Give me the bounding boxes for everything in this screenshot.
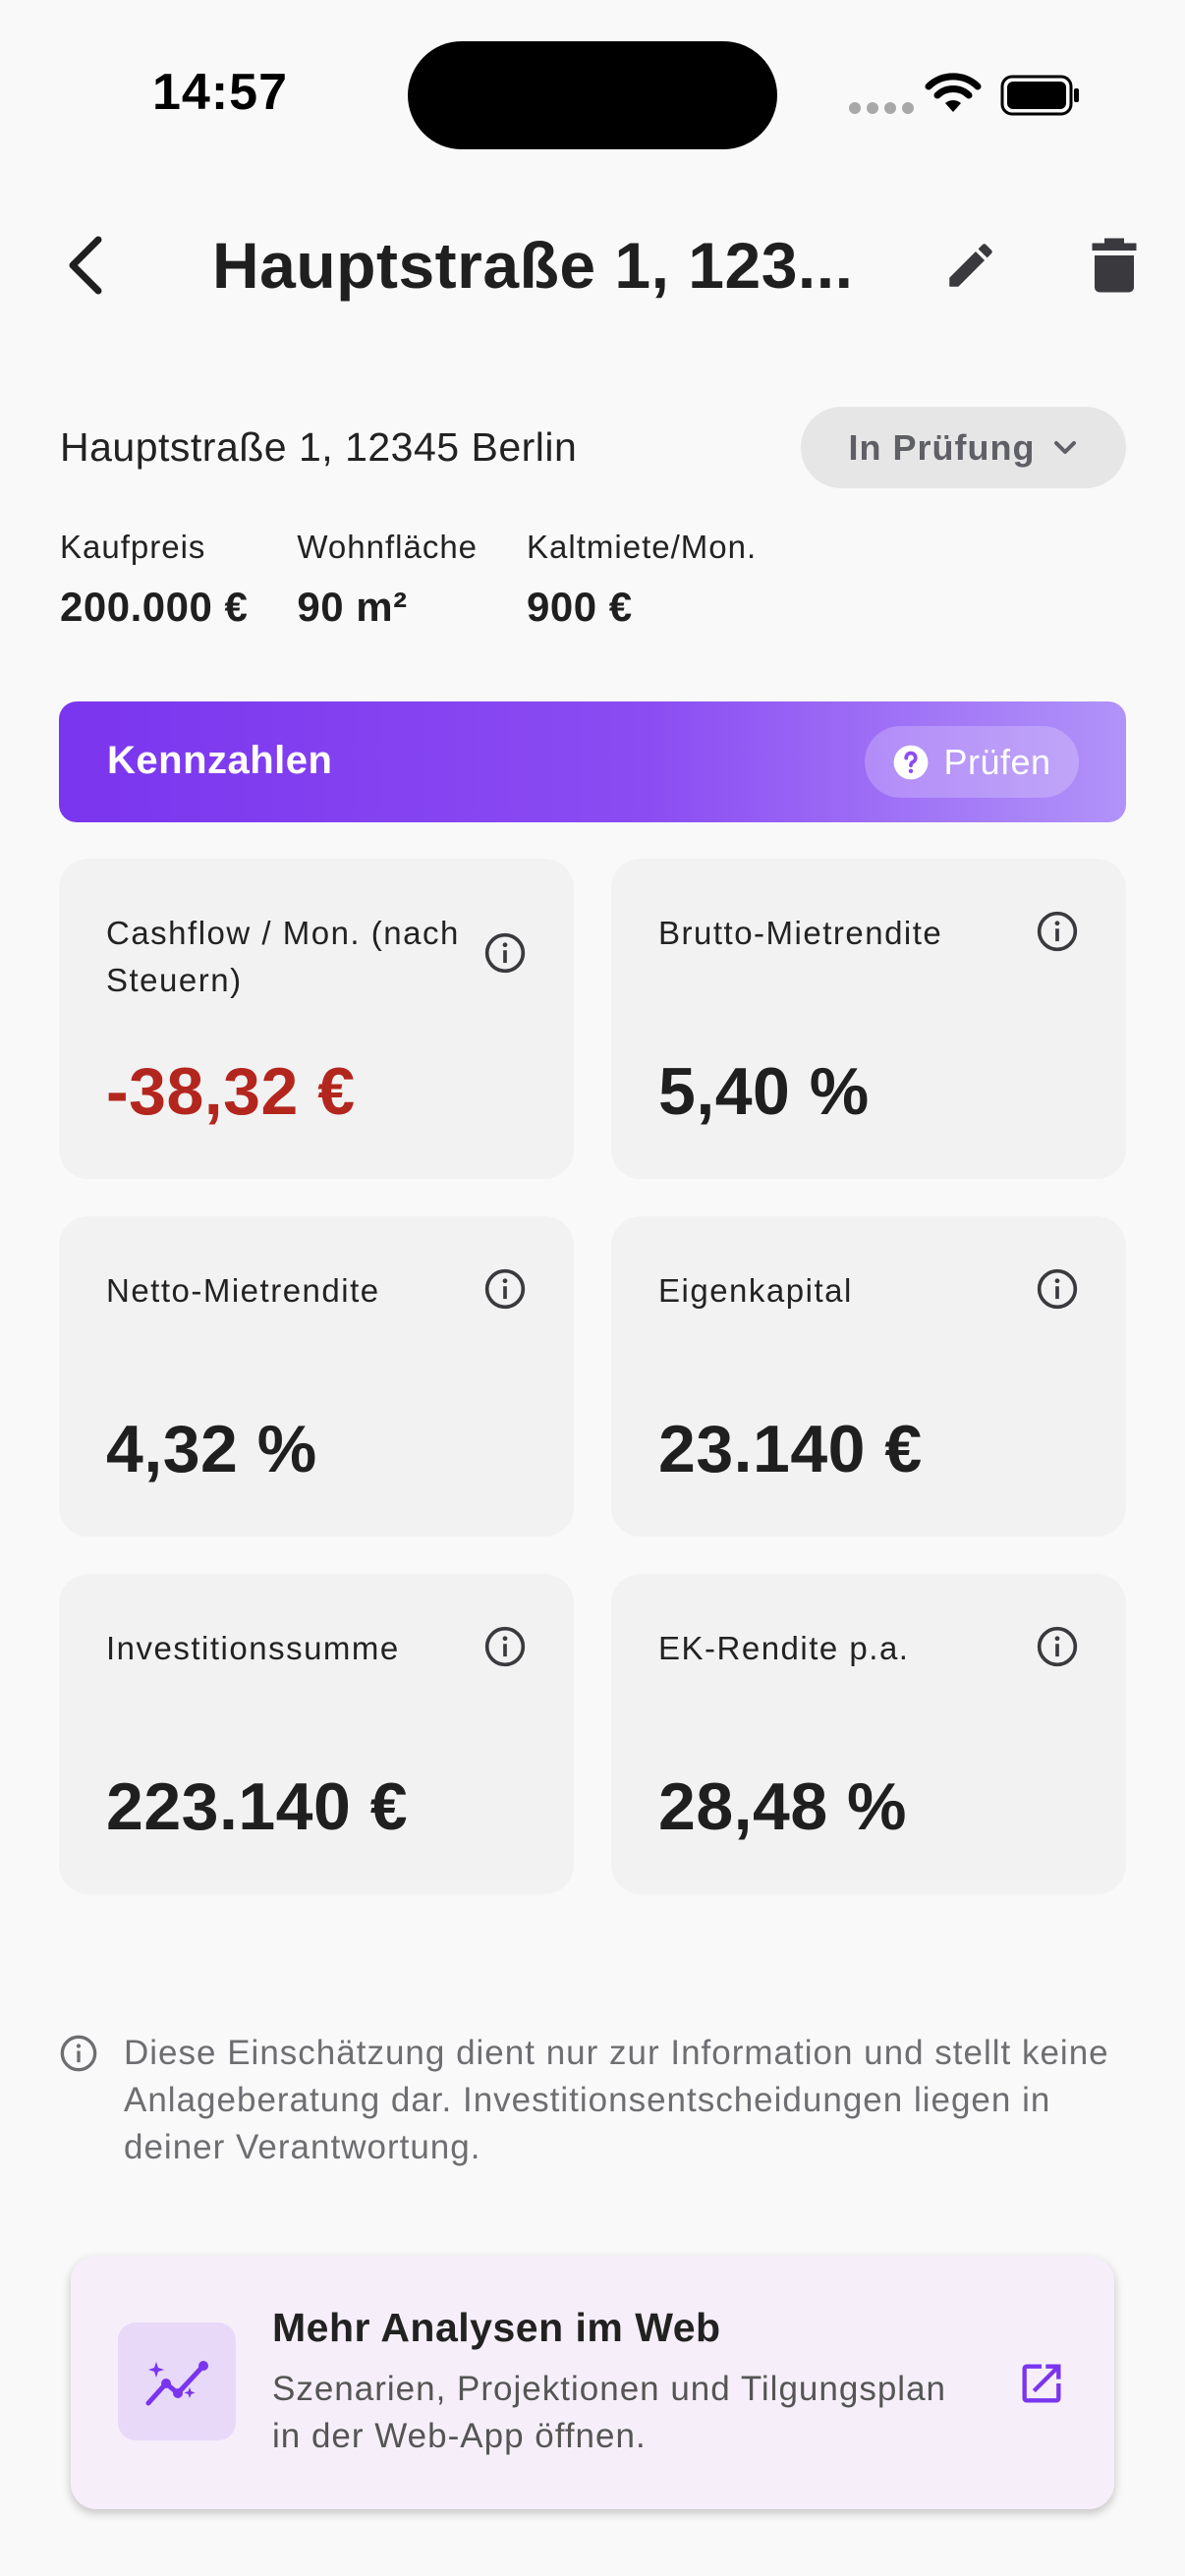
promo-subtitle: Szenarien, Projektionen und Tilgungsplan… (272, 2370, 946, 2455)
back-button[interactable] (47, 226, 126, 305)
fact-kaufpreis: Kaufpreis 200.000 € (60, 529, 248, 631)
metric-value: 4,32 % (106, 1412, 317, 1486)
metric-card-cashflow[interactable]: Cashflow / Mon. (nach Steuern) -38,32 € (59, 859, 574, 1179)
metric-card-ek-rendite[interactable]: EK-Rendite p.a. 28,48 % (611, 1574, 1126, 1894)
info-icon[interactable] (1036, 1625, 1079, 1668)
edit-button[interactable] (931, 226, 1010, 305)
fact-wohnflaeche: Wohnfläche 90 m² (297, 529, 478, 631)
metric-value: 223.140 € (106, 1769, 409, 1844)
section-title: Kennzahlen (107, 739, 333, 782)
delete-icon (1092, 238, 1137, 293)
page-title: Hauptstraße 1, 123... (212, 229, 854, 302)
metric-card-investitionssumme[interactable]: Investitionssumme 223.140 € (59, 1574, 574, 1894)
metric-label: Cashflow / Mon. (nach Steuern) (106, 915, 460, 998)
delete-button[interactable] (1075, 226, 1154, 305)
status-dropdown[interactable]: In Prüfung (801, 407, 1126, 488)
metric-label: Netto-Mietrendite (106, 1272, 380, 1309)
info-icon (60, 2035, 97, 2072)
app-bar: Hauptstraße 1, 123... (0, 206, 1185, 324)
back-icon (69, 236, 102, 295)
help-icon (894, 745, 929, 779)
open-external-icon[interactable] (1016, 2358, 1067, 2409)
web-analysis-card[interactable]: Mehr Analysen im Web Szenarien, Projekti… (71, 2256, 1114, 2509)
fact-label: Wohnfläche (297, 529, 479, 565)
chevron-down-icon (1054, 440, 1077, 454)
fact-value: 900 € (527, 584, 633, 630)
fact-kaltmiete: Kaltmiete/Mon. 900 € (527, 529, 757, 631)
check-label: Prüfen (943, 741, 1051, 782)
fact-label: Kaufpreis (60, 529, 206, 565)
metric-card-brutto-mietrendite[interactable]: Brutto-Mietrendite 5,40 % (611, 859, 1126, 1179)
property-facts: Kaufpreis 200.000 € Wohnfläche 90 m² Kal… (60, 529, 806, 631)
metric-label: EK-Rendite p.a. (658, 1630, 910, 1666)
metric-label: Eigenkapital (658, 1272, 853, 1309)
edit-icon (949, 244, 992, 287)
analytics-icon (145, 2361, 208, 2406)
status-time: 14:57 (152, 64, 288, 121)
cellular-signal-icon (849, 102, 914, 114)
property-address: Hauptstraße 1, 12345 Berlin (60, 424, 578, 470)
metric-card-netto-mietrendite[interactable]: Netto-Mietrendite 4,32 % (59, 1216, 574, 1537)
promo-title: Mehr Analysen im Web (272, 2305, 721, 2350)
check-button[interactable]: Prüfen (865, 726, 1079, 798)
info-icon[interactable] (483, 1625, 527, 1668)
metric-value: 28,48 % (658, 1769, 908, 1844)
metric-value: -38,32 € (106, 1054, 356, 1129)
disclaimer-text: Diese Einschätzung dient nur zur Informa… (124, 2034, 1109, 2166)
analytics-icon-box (118, 2323, 236, 2440)
fact-value: 90 m² (297, 584, 408, 630)
metric-label: Brutto-Mietrendite (658, 915, 943, 951)
dynamic-island (408, 41, 777, 149)
kennzahlen-header: Kennzahlen Prüfen (59, 701, 1126, 822)
metric-card-eigenkapital[interactable]: Eigenkapital 23.140 € (611, 1216, 1126, 1537)
metric-value: 23.140 € (658, 1412, 923, 1486)
status-bar: 14:57 (0, 0, 1185, 187)
status-label: In Prüfung (848, 426, 1036, 468)
info-icon[interactable] (1036, 910, 1079, 953)
metric-value: 5,40 % (658, 1054, 870, 1129)
info-icon[interactable] (483, 931, 527, 975)
fact-label: Kaltmiete/Mon. (527, 529, 758, 565)
battery-icon (1000, 75, 1079, 116)
info-icon[interactable] (1036, 1267, 1079, 1311)
fact-value: 200.000 € (60, 584, 249, 630)
metric-label: Investitionssumme (106, 1630, 400, 1666)
info-icon[interactable] (483, 1267, 527, 1311)
wifi-icon (925, 73, 982, 112)
